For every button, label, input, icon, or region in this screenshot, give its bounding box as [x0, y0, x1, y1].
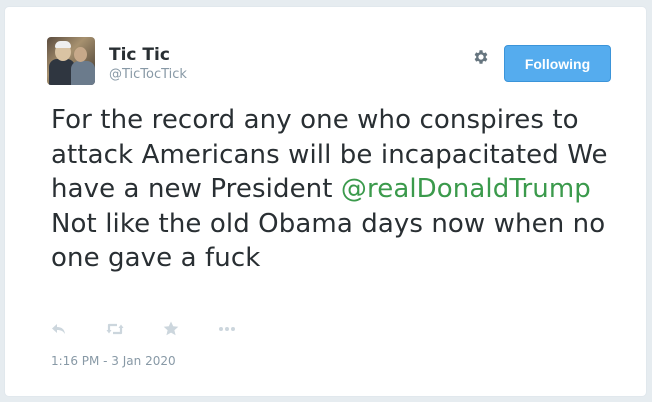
tweet-text-part: Not like the old Obama days now when no … [51, 208, 606, 274]
mention-link[interactable]: @realDonaldTrump [341, 174, 591, 204]
reply-icon[interactable] [49, 319, 69, 339]
user-handle[interactable]: @TicTocTick [109, 67, 187, 83]
following-button[interactable]: Following [504, 45, 611, 82]
avatar-figure [71, 61, 95, 85]
gear-icon[interactable] [472, 48, 490, 66]
like-star-icon[interactable] [161, 319, 181, 339]
avatar[interactable] [47, 37, 95, 85]
tweet-text: For the record any one who conspires to … [51, 103, 611, 276]
retweet-icon[interactable] [105, 319, 125, 339]
avatar-hair [55, 41, 71, 48]
tweet-card: Tic Tic @TicTocTick Following For the re… [4, 6, 647, 397]
avatar-face [74, 47, 87, 62]
more-dots-icon[interactable] [217, 319, 237, 339]
display-name[interactable]: Tic Tic [109, 45, 170, 65]
tweet-timestamp[interactable]: 1:16 PM - 3 Jan 2020 [51, 353, 176, 369]
